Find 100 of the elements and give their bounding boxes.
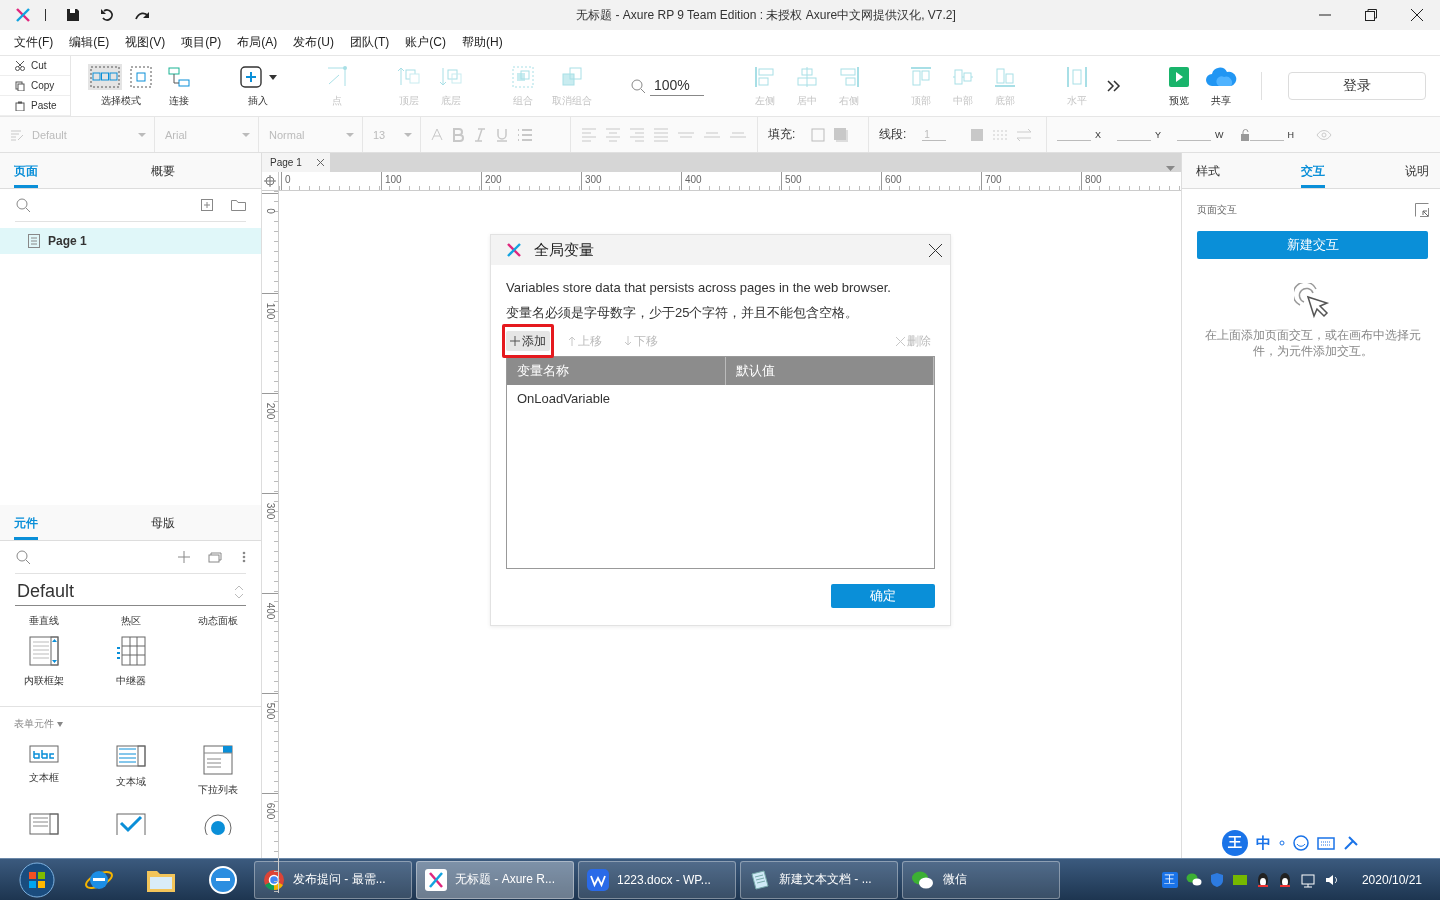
menu-item[interactable]: 账户(C): [397, 34, 454, 51]
widget-label[interactable]: 垂直线: [28, 614, 59, 628]
search-icon: [630, 78, 646, 94]
window-title: 无标题 - Axure RP 9 Team Edition : 未授权 Axure中文网提供汉化, V7.2]: [575, 6, 957, 24]
taskbar-task[interactable]: 发布提问 - 最需...: [254, 860, 412, 899]
coordinate-label: Y: [1155, 129, 1162, 140]
wechat-icon: [1185, 871, 1202, 888]
widget-label[interactable]: 内联框架: [23, 674, 64, 688]
crosshair-icon: [264, 175, 276, 187]
chevrons-right-icon: [1105, 78, 1121, 94]
menu-item[interactable]: 视图(V): [117, 34, 174, 51]
taskbar-task[interactable]: 新建文本文档 - ...: [740, 860, 898, 899]
widget-label[interactable]: 中继器: [115, 674, 146, 688]
menu-item[interactable]: 发布(U): [285, 34, 342, 51]
widget-label[interactable]: 文本域: [115, 775, 146, 789]
widget-label[interactable]: 下拉列表: [197, 783, 238, 797]
copy-icon: [15, 80, 25, 91]
widget-label[interactable]: 动态面板: [197, 614, 238, 628]
library-dropdown[interactable]: Default: [15, 578, 246, 606]
menu-item[interactable]: 帮助(H): [454, 34, 511, 51]
undo-button[interactable]: [100, 8, 114, 22]
caret-icon: [346, 131, 354, 138]
close-button[interactable]: [929, 243, 942, 257]
new-interaction-button[interactable]: 新建交互: [1197, 231, 1428, 259]
ruler-label: 200: [485, 174, 502, 185]
ruler-label: 800: [1085, 174, 1102, 185]
table-cell[interactable]: OnLoadVariable: [507, 385, 934, 412]
ungroup-icon: [560, 65, 584, 89]
menu-item[interactable]: 布局(A): [229, 34, 286, 51]
dialog-description: Variables store data that persists across pages in the web browser.: [506, 279, 892, 297]
panel-tab[interactable]: 说明: [1405, 163, 1429, 188]
align-bottom-icon: [993, 65, 1017, 89]
more-button[interactable]: [242, 551, 246, 563]
toolbar-button[interactable]: 共享: [1200, 64, 1242, 108]
widget-label[interactable]: 热区: [120, 614, 141, 628]
menu-item[interactable]: 编辑(E): [61, 34, 118, 51]
column-header: 变量名称: [507, 357, 726, 385]
ruler-label: 100: [385, 174, 402, 185]
add-library-button[interactable]: [178, 551, 190, 563]
group-icon: [511, 65, 535, 89]
ok-button[interactable]: 确定: [831, 584, 935, 608]
ruler-label: 300: [265, 502, 275, 520]
select-mode-toggle[interactable]: [128, 64, 154, 90]
column-header: 默认值: [726, 357, 934, 385]
login-button[interactable]: 登录: [1288, 72, 1426, 100]
add-page-icon: [201, 199, 213, 211]
toolbar-button[interactable]: 连接: [158, 64, 200, 108]
add-folder-button[interactable]: [231, 199, 246, 211]
add-page-button[interactable]: [201, 199, 213, 211]
ruler-label: 700: [985, 174, 1002, 185]
zoom-dropdown[interactable]: 100%: [630, 76, 714, 96]
taskbar-task[interactable]: 1223.docx - WP...: [578, 860, 736, 899]
close-icon: [1411, 9, 1423, 21]
logo-icon: [506, 242, 522, 258]
clipboard-button[interactable]: Copy: [0, 76, 70, 96]
close-icon: [929, 243, 942, 257]
shadow-icon: [833, 126, 850, 143]
toolbar-button[interactable]: 预览: [1158, 64, 1200, 108]
menu-item[interactable]: 团队(T): [342, 34, 398, 51]
ruler-label: 0: [265, 208, 275, 214]
corner-arrow-icon: [1415, 203, 1429, 217]
ime-mode[interactable]: 中: [1256, 833, 1271, 853]
folder-icon: [231, 199, 246, 211]
ime-tray-icon[interactable]: 王: [1161, 871, 1178, 888]
arrow-up-icon: [568, 336, 576, 346]
up-down-icon: [234, 583, 244, 600]
arrow-down-icon: [624, 336, 632, 346]
widget-label[interactable]: 文本框: [28, 771, 59, 785]
arrow-style-icon: [1016, 127, 1033, 142]
page-icon: [28, 234, 40, 248]
ruler-label: 400: [265, 602, 275, 620]
select-mode-toggle[interactable]: [88, 64, 122, 90]
shield-icon: [1209, 871, 1224, 888]
libraries-button[interactable]: [208, 551, 224, 563]
section-title[interactable]: 表单元件: [14, 717, 54, 731]
taskbar-task[interactable]: 微信: [902, 860, 1060, 899]
eye-icon: [1316, 128, 1333, 141]
page-tab[interactable]: Page 1: [262, 153, 330, 172]
panel-tab[interactable]: 概要: [151, 163, 175, 188]
ime-badge[interactable]: 王: [1222, 830, 1248, 856]
menu-item[interactable]: 项目(P): [173, 34, 230, 51]
point-icon: [325, 65, 349, 89]
panel-tab[interactable]: 母版: [151, 515, 175, 540]
clipboard-button[interactable]: Paste: [0, 96, 70, 116]
checkbox-icon: [115, 813, 146, 835]
ruler-label: 100: [265, 302, 275, 320]
delete-icon: [896, 336, 905, 346]
search-icon: [15, 197, 31, 213]
section-caret-icon[interactable]: [57, 721, 63, 727]
clipboard-button[interactable]: Cut: [0, 56, 70, 76]
save-button[interactable]: [66, 8, 80, 22]
text-align-icon: [629, 126, 645, 143]
toolbar-button[interactable]: 插入: [230, 64, 286, 108]
page-item[interactable]: Page 1: [0, 228, 261, 254]
taskbar-task[interactable]: 无标题 - Axure R...: [416, 860, 574, 899]
panel-tab[interactable]: 样式: [1196, 163, 1220, 188]
menu-item[interactable]: 文件(F): [6, 34, 62, 51]
add-button[interactable]: 添加: [506, 331, 550, 351]
collapse-button[interactable]: [1415, 203, 1429, 217]
text-align-icon: [605, 126, 621, 143]
